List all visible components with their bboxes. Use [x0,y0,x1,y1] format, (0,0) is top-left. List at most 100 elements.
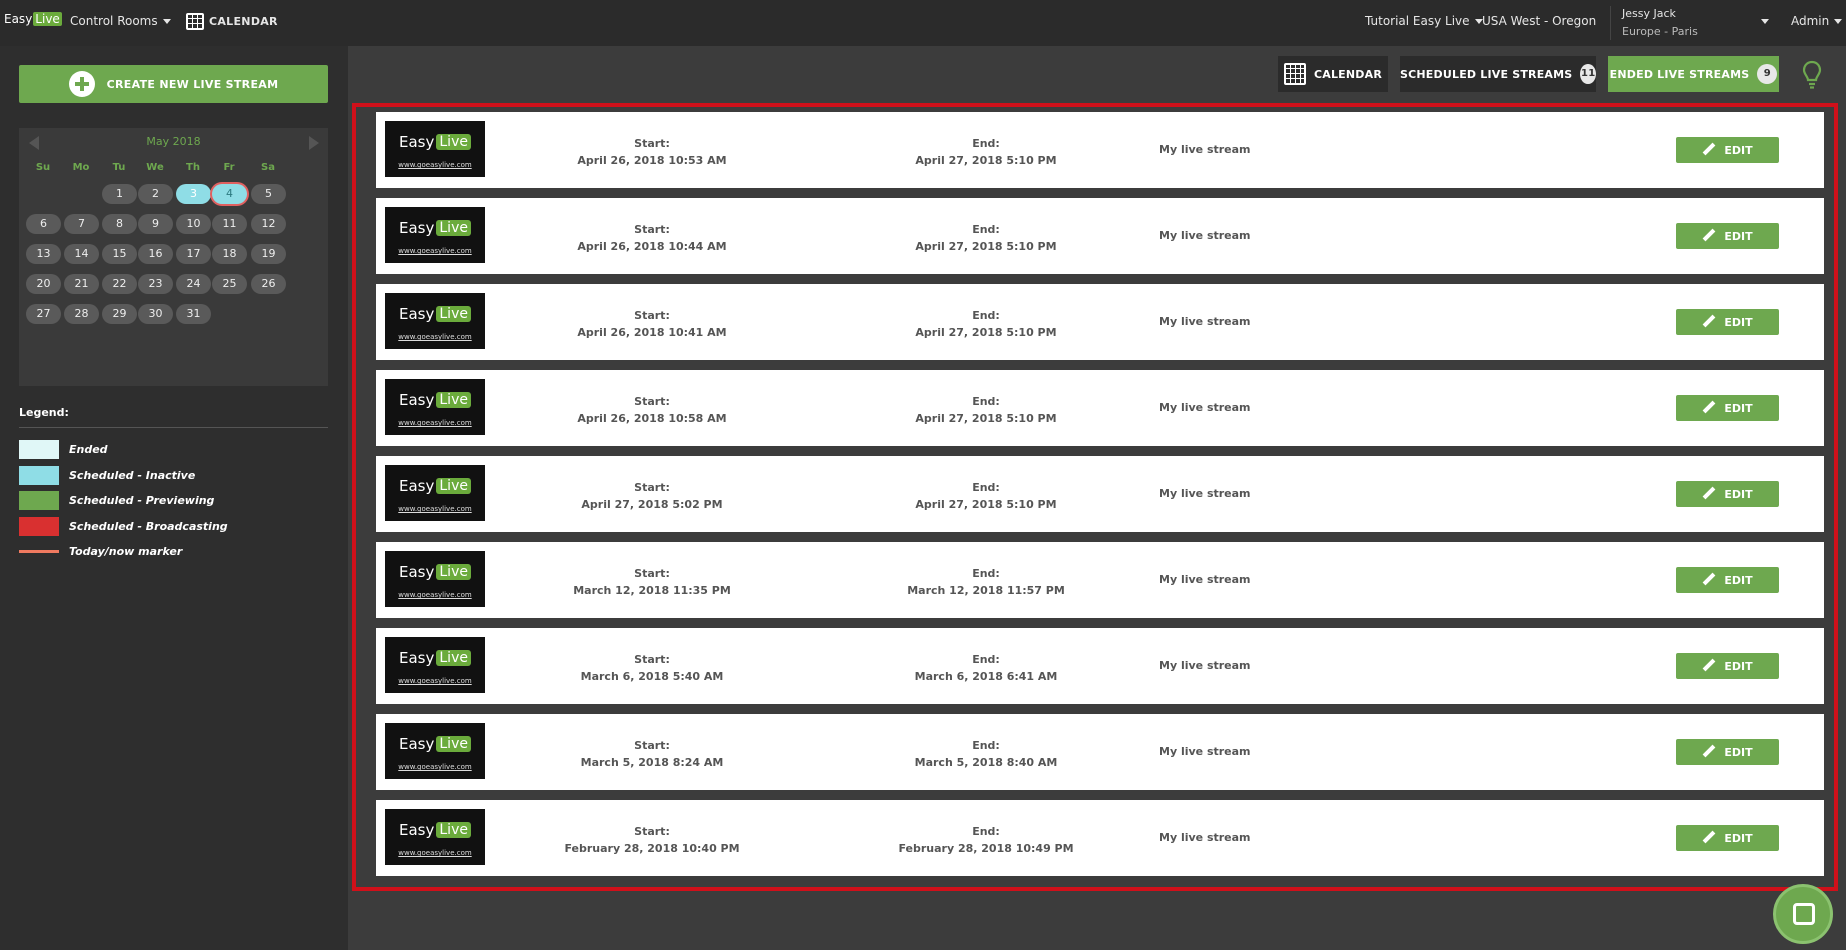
edit-stream-button[interactable]: EDIT [1676,481,1779,507]
calendar-day[interactable]: 4 [212,184,247,204]
stream-end: End: April 27, 2018 5:10 PM [886,221,1086,255]
calendar-day[interactable]: 16 [138,244,173,264]
tab-calendar[interactable]: CALENDAR [1278,56,1388,92]
weekday-label: Mo [72,162,90,173]
create-live-stream-button[interactable]: CREATE NEW LIVE STREAM [19,65,328,103]
easylive-logo[interactable]: Easy Live [4,12,62,26]
calendar-day[interactable]: 24 [176,274,211,294]
stream-title: My live stream [1159,229,1251,242]
thumbnail-live-text: Live [436,306,471,322]
calendar-day[interactable]: 13 [26,244,61,264]
calendar-day[interactable]: 31 [176,304,211,324]
calendar-day[interactable]: 27 [26,304,61,324]
next-month-icon[interactable] [309,136,319,150]
calendar-day[interactable]: 3 [176,184,211,204]
thumbnail-easy-text: Easy [399,133,435,151]
stream-thumbnail: Easy Live www.goeasylive.com [385,465,485,521]
legend-label: Scheduled - Broadcasting [69,519,228,533]
stream-thumbnail: Easy Live www.goeasylive.com [385,121,485,177]
edit-label: EDIT [1724,315,1753,329]
calendar-day[interactable]: 30 [138,304,173,324]
calendar-day[interactable]: 5 [251,184,286,204]
calendar-day[interactable]: 12 [251,214,286,234]
stream-title: My live stream [1159,315,1251,328]
calendar-day[interactable]: 28 [64,304,99,324]
stream-row: Easy Live www.goeasylive.com Start: April… [376,284,1824,360]
calendar-day[interactable]: 8 [102,214,137,234]
thumbnail-easy-text: Easy [399,821,435,839]
stream-title: My live stream [1159,487,1251,500]
edit-stream-button[interactable]: EDIT [1676,223,1779,249]
calendar-day[interactable]: 18 [212,244,247,264]
edit-stream-button[interactable]: EDIT [1676,137,1779,163]
chevron-down-icon[interactable] [1761,19,1769,24]
stream-row: Easy Live www.goeasylive.com Start: April… [376,370,1824,446]
thumbnail-url: www.goeasylive.com [398,505,472,513]
stream-start: Start: April 26, 2018 10:58 AM [552,393,752,427]
start-label: Start: [634,653,670,666]
edit-label: EDIT [1724,573,1753,587]
lightbulb-icon[interactable] [1802,60,1822,90]
control-rooms-dropdown[interactable]: Control Rooms [70,14,171,28]
calendar-day[interactable]: 25 [212,274,247,294]
edit-stream-button[interactable]: EDIT [1676,653,1779,679]
stream-start: Start: March 5, 2018 8:24 AM [552,737,752,771]
calendar-day[interactable]: 21 [64,274,99,294]
calendar-day[interactable]: 1 [102,184,137,204]
edit-stream-button[interactable]: EDIT [1676,739,1779,765]
calendar-day[interactable]: 17 [176,244,211,264]
stream-thumbnail: Easy Live www.goeasylive.com [385,809,485,865]
end-datetime: April 27, 2018 5:10 PM [915,326,1057,339]
start-label: Start: [634,825,670,838]
thumbnail-url: www.goeasylive.com [398,161,472,169]
thumbnail-logo: Easy Live [399,219,471,237]
stream-thumbnail: Easy Live www.goeasylive.com [385,551,485,607]
thumbnail-logo: Easy Live [399,563,471,581]
admin-dropdown[interactable]: Admin [1791,14,1843,28]
tab-scheduled-live-streams[interactable]: SCHEDULED LIVE STREAMS 11 [1400,56,1596,92]
start-datetime: March 5, 2018 8:24 AM [580,756,724,769]
calendar-day[interactable]: 19 [251,244,286,264]
stream-row: Easy Live www.goeasylive.com Start: April… [376,198,1824,274]
ended-count-badge: 9 [1757,64,1778,84]
calendar-day[interactable]: 6 [26,214,61,234]
user-menu[interactable]: Jessy Jack Europe - Paris [1622,5,1698,41]
calendar-day[interactable]: 23 [138,274,173,294]
calendar-day[interactable]: 29 [102,304,137,324]
calendar-day[interactable]: 20 [26,274,61,294]
calendar-day[interactable]: 22 [102,274,137,294]
thumbnail-logo: Easy Live [399,477,471,495]
thumbnail-easy-text: Easy [399,477,435,495]
thumbnail-live-text: Live [436,220,471,236]
region-selector[interactable]: USA West - Oregon [1482,14,1596,28]
calendar-day[interactable]: 7 [64,214,99,234]
stream-end: End: February 28, 2018 10:49 PM [886,823,1086,857]
calendar-nav-link[interactable]: CALENDAR [186,13,278,30]
edit-label: EDIT [1724,831,1753,845]
calendar-day[interactable]: 14 [64,244,99,264]
edit-stream-button[interactable]: EDIT [1676,395,1779,421]
stream-title: My live stream [1159,573,1251,586]
calendar-day[interactable]: 9 [138,214,173,234]
tab-ended-live-streams[interactable]: ENDED LIVE STREAMS 9 [1608,56,1779,92]
end-label: End: [972,223,1000,236]
calendar-day[interactable]: 11 [212,214,247,234]
edit-label: EDIT [1724,401,1753,415]
thumbnail-easy-text: Easy [399,219,435,237]
edit-stream-button[interactable]: EDIT [1676,567,1779,593]
calendar-day[interactable]: 10 [176,214,211,234]
tutorial-dropdown[interactable]: Tutorial Easy Live [1365,14,1483,28]
calendar-day[interactable]: 2 [138,184,173,204]
stream-start: Start: April 27, 2018 5:02 PM [552,479,752,513]
edit-stream-button[interactable]: EDIT [1676,309,1779,335]
chat-widget-button[interactable] [1773,884,1833,944]
edit-stream-button[interactable]: EDIT [1676,825,1779,851]
calendar-day[interactable]: 15 [102,244,137,264]
thumbnail-easy-text: Easy [399,649,435,667]
scheduled-count-badge: 11 [1580,64,1596,84]
calendar-day[interactable]: 26 [251,274,286,294]
stream-start: Start: April 26, 2018 10:44 AM [552,221,752,255]
pencil-icon [1702,401,1716,415]
stream-end: End: March 12, 2018 11:57 PM [886,565,1086,599]
stream-start: Start: April 26, 2018 10:53 AM [552,135,752,169]
